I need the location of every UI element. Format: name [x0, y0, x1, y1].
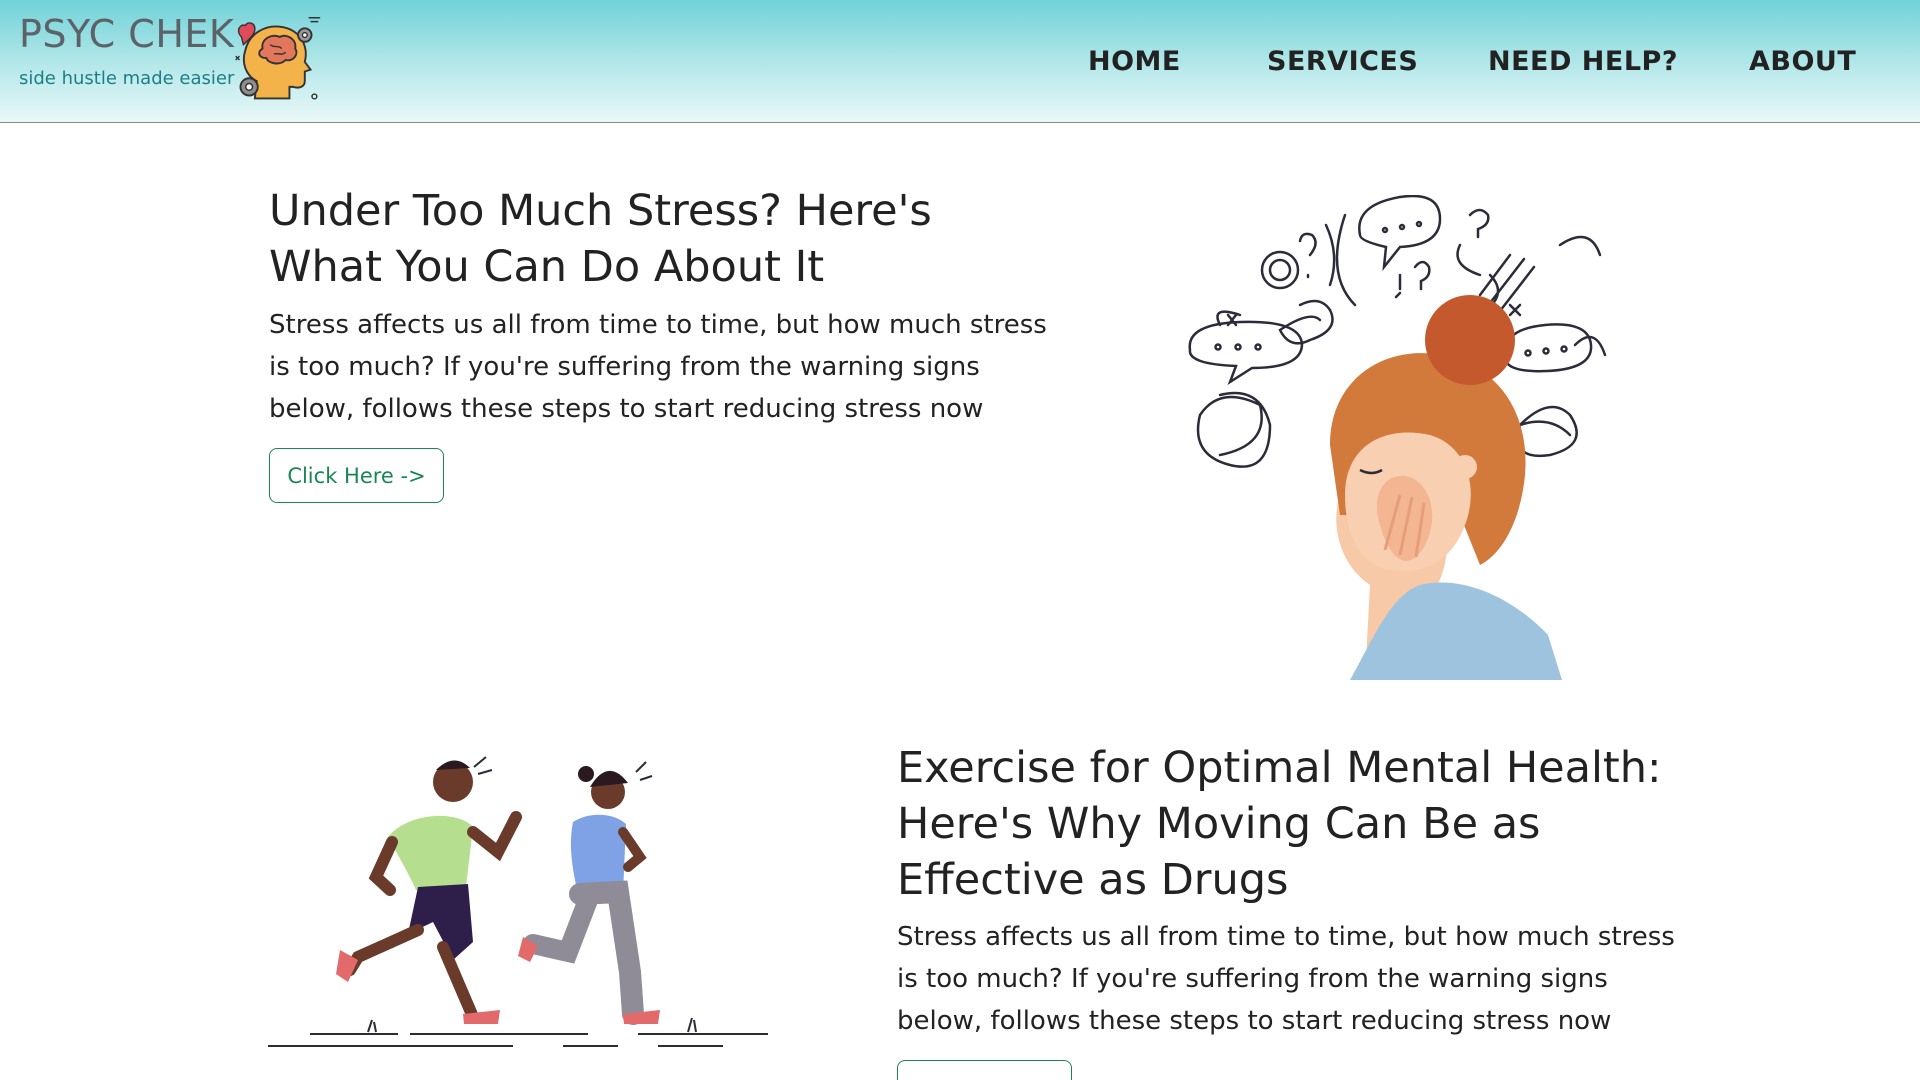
- nav-services[interactable]: SERVICES: [1267, 46, 1418, 77]
- click-here-button-partial[interactable]: [897, 1060, 1072, 1080]
- title-line: Exercise for Optimal Mental Health:: [897, 743, 1662, 793]
- nav-about[interactable]: ABOUT: [1749, 46, 1856, 77]
- title-line: What You Can Do About It: [269, 242, 825, 292]
- article-description: Stress affects us all from time to time,…: [269, 304, 1047, 430]
- article-description: Stress affects us all from time to time,…: [897, 916, 1675, 1042]
- brand[interactable]: PSYC CHEK side hustle made easier: [19, 12, 234, 89]
- desc-line: is too much? If you're suffering from th…: [269, 352, 980, 382]
- nav-home[interactable]: HOME: [1088, 46, 1181, 77]
- nav-need-help[interactable]: NEED HELP?: [1488, 46, 1678, 77]
- brand-name[interactable]: PSYC CHEK: [19, 12, 234, 56]
- article-title: Exercise for Optimal Mental Health: Here…: [897, 740, 1662, 908]
- desc-line: Stress affects us all from time to time,…: [897, 922, 1675, 952]
- top-navbar: PSYC CHEK side hustle made easier HOME S…: [0, 0, 1920, 123]
- desc-line: Stress affects us all from time to time,…: [269, 310, 1047, 340]
- desc-line: below, follows these steps to start redu…: [269, 394, 984, 424]
- title-line: Under Too Much Stress? Here's: [269, 186, 932, 236]
- stressed-woman-illustration: [1188, 195, 1607, 680]
- running-couple-illustration: [268, 756, 768, 1047]
- desc-line: below, follows these steps to start redu…: [897, 1006, 1612, 1036]
- desc-line: is too much? If you're suffering from th…: [897, 964, 1608, 994]
- brain-head-logo-icon[interactable]: [228, 12, 324, 108]
- brand-tagline: side hustle made easier: [19, 68, 235, 89]
- click-here-button[interactable]: Click Here ->: [269, 448, 444, 503]
- article-title: Under Too Much Stress? Here's What You C…: [269, 183, 932, 295]
- title-line: Here's Why Moving Can Be as: [897, 799, 1541, 849]
- title-line: Effective as Drugs: [897, 855, 1289, 905]
